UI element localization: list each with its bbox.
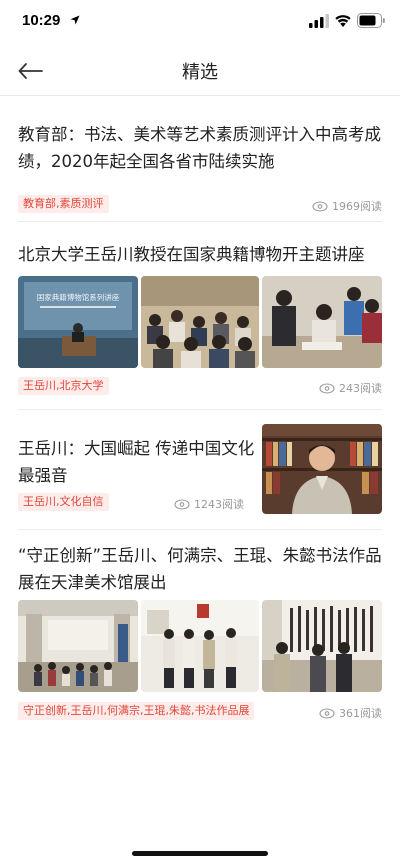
eye-icon xyxy=(174,498,190,510)
location-arrow-icon xyxy=(70,15,80,25)
article-tag[interactable]: 王岳川,北京大学 xyxy=(18,377,109,395)
article-card[interactable]: 王岳川：大国崛起 传递中国文化最强音 王岳川,文化自信 1243阅读 xyxy=(0,410,400,530)
read-count: 243阅读 xyxy=(319,380,382,396)
read-count-text: 243阅读 xyxy=(339,382,382,395)
nav-bar: 精选 xyxy=(0,44,400,96)
read-count: 1969阅读 xyxy=(312,198,382,214)
cellular-signal-icon xyxy=(309,14,329,28)
article-card[interactable]: “守正创新”王岳川、何满宗、王琨、朱懿书法作品展在天津美术馆展出 守正创新,王岳… xyxy=(0,530,400,740)
article-tag[interactable]: 王岳川,文化自信 xyxy=(18,493,109,511)
battery-icon xyxy=(357,13,385,28)
article-card[interactable]: 教育部：书法、美术等艺术素质测评计入中高考成绩，2020年起全国各省市陆续实施 … xyxy=(0,97,400,221)
article-tag[interactable]: 守正创新,王岳川,何满宗,王琨,朱懿,书法作品展 xyxy=(18,702,255,720)
page-title: 精选 xyxy=(182,62,218,83)
read-count: 1243阅读 xyxy=(174,496,244,512)
eye-icon xyxy=(319,382,335,394)
banner-text: 国家典籍博物馆系列讲座 xyxy=(37,292,120,302)
article-card[interactable]: 北京大学王岳川教授在国家典籍博物开主题讲座 国家典籍博物馆系列讲座 王岳川,北京… xyxy=(0,222,400,410)
read-count-text: 1969阅读 xyxy=(332,200,382,213)
article-image-audience[interactable] xyxy=(141,276,259,368)
article-title[interactable]: 北京大学王岳川教授在国家典籍博物开主题讲座 xyxy=(18,241,382,268)
read-count-text: 1243阅读 xyxy=(194,498,244,511)
read-count-text: 361阅读 xyxy=(339,707,382,720)
article-image-calligraphy-wall[interactable] xyxy=(262,600,382,692)
article-tag[interactable]: 教育部,素质测评 xyxy=(18,195,109,213)
article-image-signing[interactable] xyxy=(262,276,382,368)
eye-icon xyxy=(312,200,328,212)
article-image-portrait[interactable] xyxy=(262,424,382,514)
home-indicator xyxy=(132,851,268,856)
status-bar: 10:29 xyxy=(0,0,400,44)
wifi-icon xyxy=(335,15,351,27)
article-image-exhibition-hall[interactable] xyxy=(18,600,138,692)
article-image-four-calligraphers[interactable] xyxy=(141,600,259,692)
article-title[interactable]: 教育部：书法、美术等艺术素质测评计入中高考成绩，2020年起全国各省市陆续实施 xyxy=(18,121,382,175)
article-title[interactable]: “守正创新”王岳川、何满宗、王琨、朱懿书法作品展在天津美术馆展出 xyxy=(18,542,382,596)
article-title[interactable]: 王岳川：大国崛起 传递中国文化最强音 xyxy=(18,435,260,489)
article-image-lecture-stage[interactable]: 国家典籍博物馆系列讲座 xyxy=(18,276,138,368)
read-count: 361阅读 xyxy=(319,705,382,721)
eye-icon xyxy=(319,707,335,719)
status-time: 10:29 xyxy=(22,12,61,29)
